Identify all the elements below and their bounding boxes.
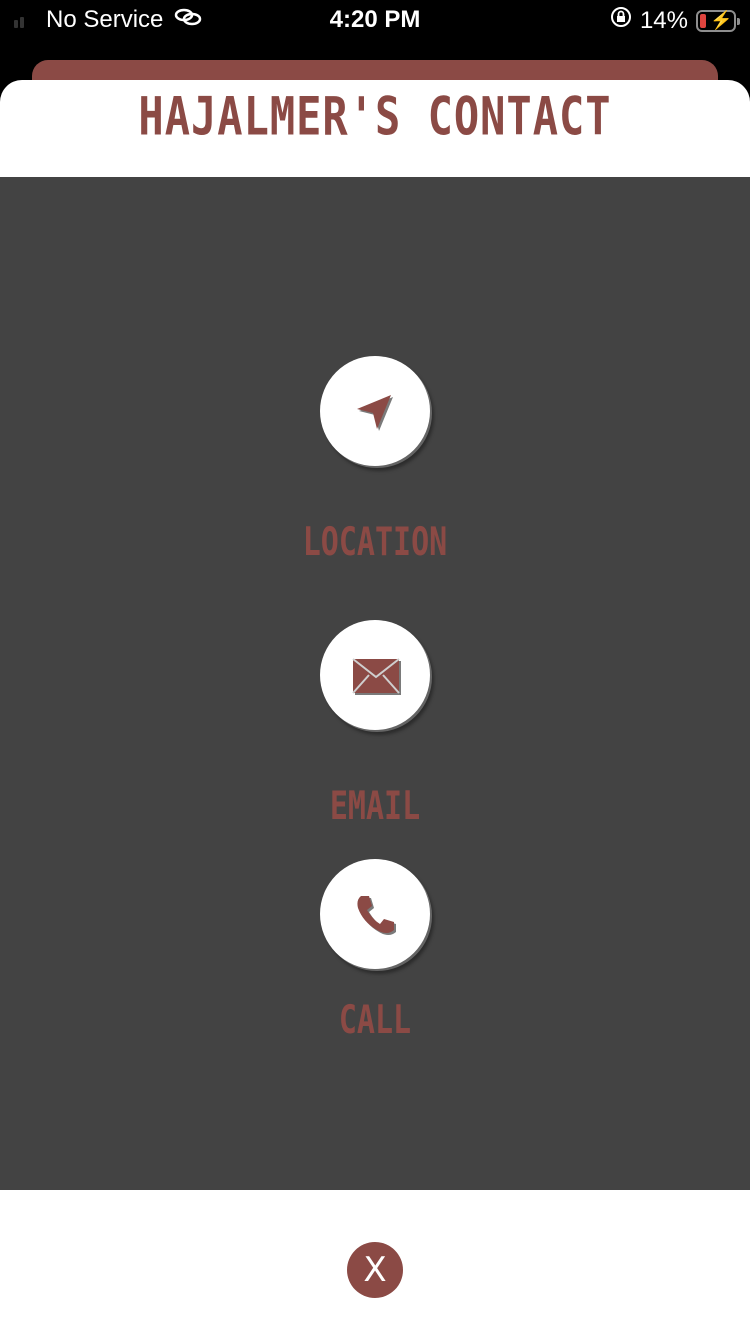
- call-button[interactable]: [320, 859, 430, 969]
- battery-percent: 14%: [639, 6, 688, 34]
- contact-options: LOCATION EMAIL CALL: [0, 177, 750, 1190]
- email-label[interactable]: EMAIL: [0, 784, 750, 830]
- status-right: 14% ⚡: [610, 6, 740, 35]
- phone-icon: [357, 896, 396, 935]
- email-button[interactable]: [320, 620, 430, 730]
- location-button[interactable]: [320, 356, 430, 466]
- location-label[interactable]: LOCATION: [0, 520, 750, 566]
- battery-charging-icon: ⚡: [696, 9, 740, 32]
- envelope-icon: [352, 658, 401, 695]
- modal-footer: X: [0, 1190, 750, 1334]
- status-bar: No Service 4:20 PM 14% ⚡: [0, 0, 750, 42]
- navigation-arrow-icon: [357, 395, 393, 431]
- modal-title: HAJALMER'S CONTACT: [138, 85, 612, 148]
- orientation-lock-icon: [610, 6, 632, 35]
- close-button[interactable]: X: [347, 1242, 403, 1298]
- call-label[interactable]: CALL: [0, 998, 750, 1044]
- modal-header: HAJALMER'S CONTACT: [0, 80, 750, 177]
